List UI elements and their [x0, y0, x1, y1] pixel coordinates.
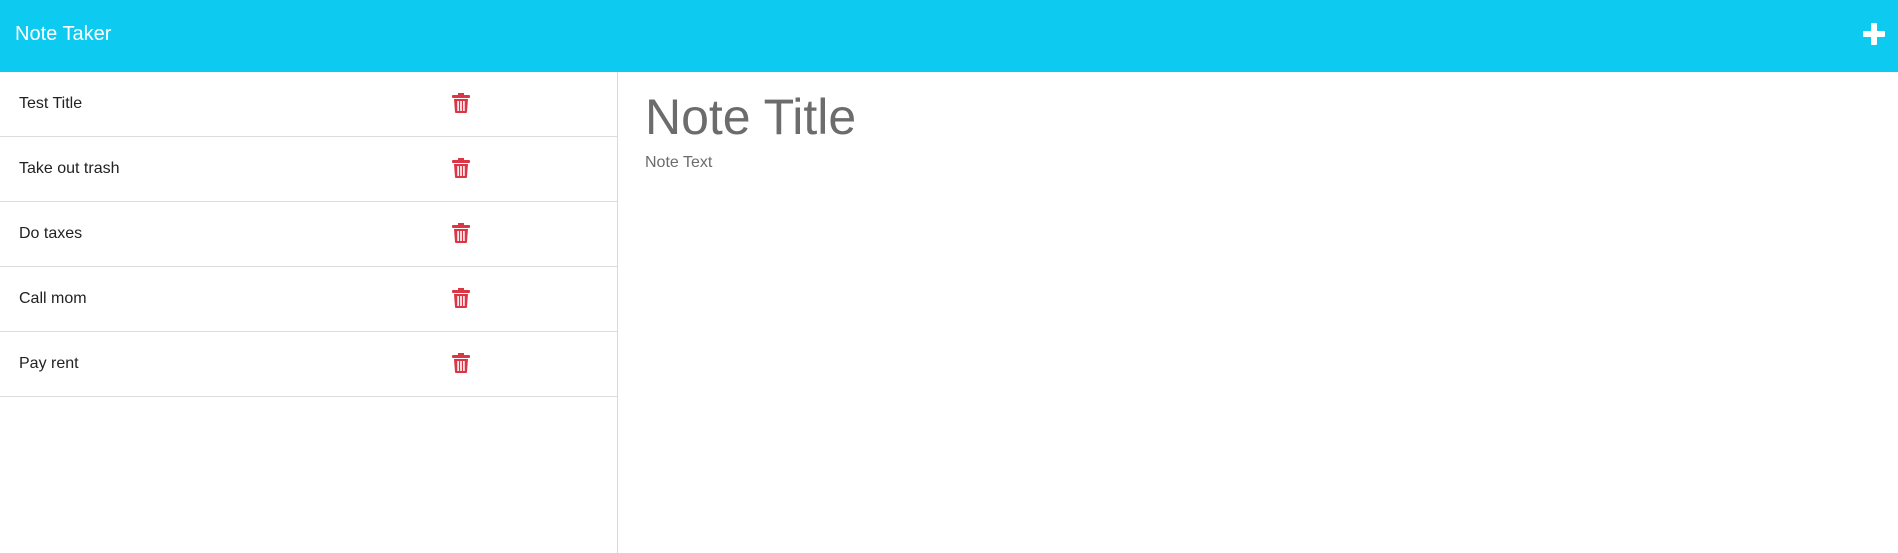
note-list-item[interactable]: Take out trash: [0, 137, 617, 202]
brand-title[interactable]: Note Taker: [15, 22, 111, 46]
note-item-title[interactable]: Take out trash: [19, 159, 120, 179]
note-list-item[interactable]: Call mom: [0, 267, 617, 332]
note-list: Test Title Take out trash Do taxes Call …: [0, 72, 617, 397]
trash-icon[interactable]: [452, 93, 470, 113]
trash-icon[interactable]: [452, 288, 470, 308]
trash-icon[interactable]: [452, 158, 470, 178]
note-text-input[interactable]: [645, 154, 1845, 514]
note-editor: [619, 72, 1898, 553]
trash-icon[interactable]: [452, 223, 470, 243]
note-list-item[interactable]: Pay rent: [0, 332, 617, 397]
note-item-title[interactable]: Call mom: [19, 289, 87, 309]
note-item-title[interactable]: Pay rent: [19, 354, 79, 374]
note-item-title[interactable]: Do taxes: [19, 224, 82, 244]
note-title-input[interactable]: [645, 86, 1845, 148]
trash-icon[interactable]: [452, 353, 470, 373]
new-note-button[interactable]: [1860, 20, 1888, 48]
plus-icon: [1860, 20, 1888, 48]
note-list-item[interactable]: Test Title: [0, 72, 617, 137]
note-item-title[interactable]: Test Title: [19, 94, 82, 114]
navbar: Note Taker: [0, 0, 1898, 72]
note-list-panel: Test Title Take out trash Do taxes Call …: [0, 72, 618, 553]
note-list-item[interactable]: Do taxes: [0, 202, 617, 267]
